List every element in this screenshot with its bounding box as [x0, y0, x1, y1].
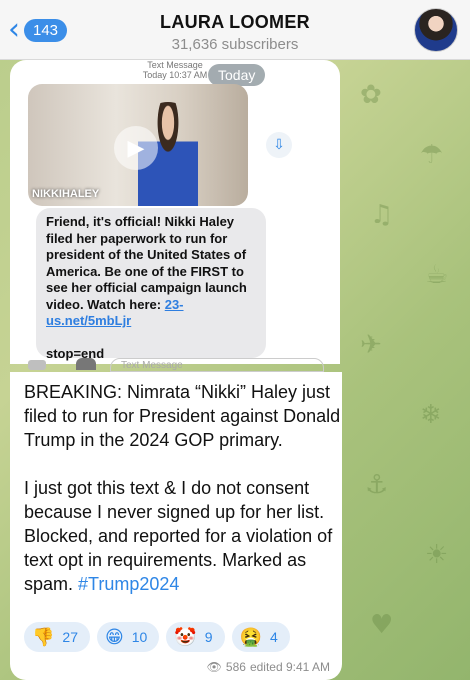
- wallpaper-doodle: ☕: [425, 260, 449, 290]
- wallpaper-doodle: ♫: [370, 200, 394, 230]
- reaction-count: 10: [131, 629, 148, 645]
- reaction-count: 4: [269, 629, 278, 645]
- wallpaper-doodle: ☀: [425, 540, 449, 570]
- channel-avatar[interactable]: [414, 8, 458, 52]
- video-brand-label: NIKKIHALEY: [32, 188, 100, 200]
- eye-icon: 👁: [206, 660, 222, 674]
- grin-icon: 😁: [105, 626, 124, 648]
- reaction-grin[interactable]: 😁 10: [97, 622, 160, 652]
- play-icon: ▶: [114, 126, 158, 170]
- apps-icon: [76, 358, 96, 370]
- post-text: BREAKING: Nimrata “Nikki” Haley just fil…: [24, 380, 342, 596]
- sms-bubble: Friend, it's official! Nikki Haley filed…: [36, 208, 266, 361]
- clown-icon: 🤡: [174, 626, 197, 648]
- channel-post[interactable]: BREAKING: Nimrata “Nikki” Haley just fil…: [10, 372, 342, 680]
- camera-icon: [28, 360, 46, 370]
- wallpaper-doodle: ⚓: [365, 470, 389, 500]
- sms-meta-label: Text Message: [147, 60, 203, 70]
- reaction-clown[interactable]: 🤡 9: [166, 622, 225, 652]
- reaction-thumbs-down[interactable]: 👎 27: [24, 622, 90, 652]
- reactions-bar: 👎 27 😁 10 🤡 9 🤮 4: [24, 622, 290, 652]
- vomit-icon: 🤮: [239, 626, 262, 648]
- reaction-count: 27: [62, 629, 78, 645]
- reaction-vomit[interactable]: 🤮 4: [231, 622, 290, 652]
- wallpaper-doodle: ✿: [360, 80, 382, 110]
- subscriber-count: 31,636 subscribers: [171, 36, 299, 53]
- date-pill: Today: [208, 64, 266, 86]
- sms-text: Friend, it's official! Nikki Haley filed…: [46, 214, 247, 312]
- message-screenshot-image[interactable]: Text Message Today 10:37 AM Today ▶ NIKK…: [10, 60, 340, 364]
- wallpaper-doodle: ❄: [420, 400, 442, 430]
- edited-time: edited 9:41 AM: [249, 660, 330, 674]
- thumbs-down-icon: 👎: [32, 626, 55, 648]
- sms-input-strip: Text Message: [24, 358, 324, 372]
- sms-meta-time: Today 10:37 AM: [142, 70, 208, 80]
- channel-title[interactable]: LAURA LOOMER: [0, 12, 470, 33]
- video-thumbnail: ▶ NIKKIHALEY: [28, 84, 248, 206]
- view-count: 586: [225, 660, 246, 674]
- sms-input-field: Text Message: [110, 358, 324, 372]
- wallpaper-doodle: ✈: [360, 330, 382, 360]
- wallpaper-doodle: ☂: [420, 140, 444, 170]
- post-meta: 👁 586 edited 9:41 AM: [207, 660, 330, 674]
- wallpaper-doodle: ♥: [370, 610, 394, 640]
- reaction-count: 9: [204, 629, 213, 645]
- download-icon: ⇩: [266, 132, 292, 158]
- chat-header: ‹ 143 LAURA LOOMER 31,636 subscribers: [0, 0, 470, 60]
- post-body: BREAKING: Nimrata “Nikki” Haley just fil…: [24, 382, 341, 594]
- hashtag-link[interactable]: #Trump2024: [78, 574, 179, 594]
